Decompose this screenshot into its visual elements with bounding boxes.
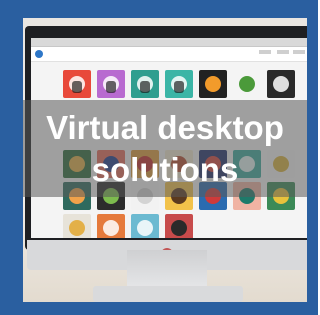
monitor-stand-base — [93, 286, 243, 302]
illustration-tile — [199, 70, 227, 98]
illustration-tile — [131, 214, 159, 238]
illustration-tile — [97, 214, 125, 238]
caption: Virtual desktop solutions — [23, 107, 307, 191]
illustration-tile — [267, 70, 295, 98]
app-header — [31, 47, 307, 62]
header-menu-item — [277, 50, 289, 54]
illustration-tile — [131, 70, 159, 98]
illustration-tile — [165, 70, 193, 98]
illustration-tile — [233, 70, 261, 98]
caption-line-1: Virtual desktop — [46, 109, 284, 146]
illustration-tile — [165, 214, 193, 238]
browser-toolbar — [31, 38, 307, 47]
caption-line-2: solutions — [91, 151, 239, 188]
app-logo-icon — [35, 50, 43, 58]
header-menu-item — [259, 50, 271, 54]
monitor-stand — [127, 250, 207, 290]
header-menu-item — [293, 50, 305, 54]
illustration-tile — [97, 70, 125, 98]
illustration-tile — [63, 70, 91, 98]
illustration-tile — [63, 214, 91, 238]
